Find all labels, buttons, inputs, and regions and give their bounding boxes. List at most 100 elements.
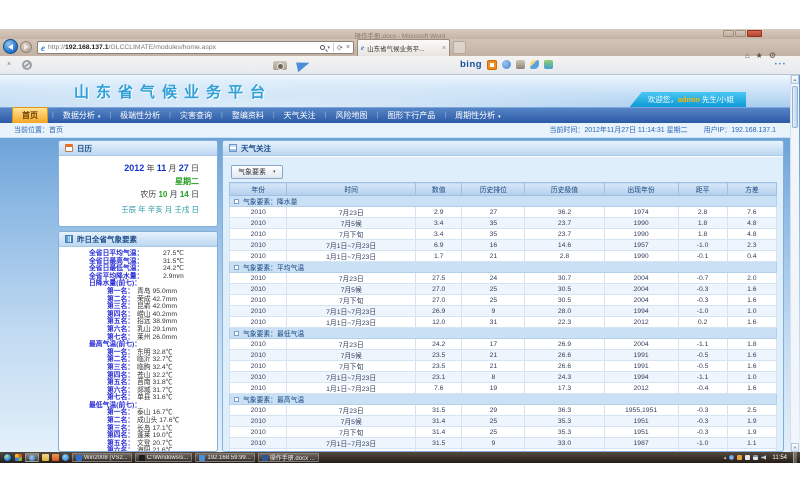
cell: 2004: [604, 284, 678, 295]
rank-row: 第五名：招远 38.9mm: [59, 318, 217, 326]
toolbar-overflow-icon[interactable]: •••: [775, 62, 787, 68]
cell: 1.6: [727, 284, 776, 295]
group-checkbox[interactable]: [234, 265, 239, 270]
maximize-button[interactable]: [735, 30, 746, 37]
address-bar[interactable]: e http://192.168.137.1/GLCCLIMATE/module…: [37, 41, 354, 54]
browser-tab[interactable]: e 山东省气候业务平... ×: [357, 39, 450, 56]
nav-item-9[interactable]: 周期性分析▾: [446, 108, 510, 123]
nav-item-7[interactable]: 风险地图: [326, 108, 376, 123]
page-scrollbar[interactable]: ▲ ▼: [790, 75, 799, 452]
flag-icon[interactable]: [745, 455, 750, 460]
favorites-star-icon[interactable]: ★: [756, 51, 763, 60]
cell: -0.5: [678, 361, 727, 372]
cell: 2004: [604, 273, 678, 284]
taskbar-button-2[interactable]: C:\Windows\s...: [135, 453, 193, 462]
camera-icon[interactable]: [273, 61, 287, 70]
cell: 1990: [604, 218, 678, 229]
taskbar-button-3[interactable]: 192.168.59.99...: [195, 453, 254, 462]
chevron-down-icon[interactable]: ▾: [328, 45, 331, 51]
user-ip: 用户IP：192.168.137.1: [704, 125, 776, 135]
back-button[interactable]: [3, 39, 18, 54]
section-header: 最高气温(前七)：: [59, 341, 217, 349]
cell: 36.2: [525, 207, 604, 218]
video-call-icon[interactable]: [502, 60, 511, 69]
table-row: 20101月1日~7月23日12.03122.320120.21.6: [230, 317, 777, 328]
username: admin: [678, 95, 700, 104]
cell: 27.0: [415, 295, 461, 306]
settings-gear-icon[interactable]: ⚙: [769, 51, 776, 60]
group-checkbox[interactable]: [234, 397, 239, 402]
cell: 2010: [230, 207, 287, 218]
scroll-up-arrow[interactable]: ▲: [791, 75, 799, 84]
nav-item-6[interactable]: 天气关注: [275, 108, 325, 123]
home-icon[interactable]: ⌂: [745, 51, 750, 60]
cell: 1月1日~7月23日: [287, 383, 416, 394]
nav-item-4[interactable]: 灾害查询: [171, 108, 221, 123]
hidden-icons-chevron[interactable]: ▴: [724, 455, 727, 461]
site-title: 山东省气候业务平台: [74, 81, 272, 102]
taskbar-ie-button[interactable]: [25, 453, 39, 462]
show-desktop-button[interactable]: [793, 452, 797, 463]
cell: 2010: [230, 438, 287, 449]
scrollbar-thumb[interactable]: [792, 86, 798, 128]
cell: 7月23日: [287, 405, 416, 416]
bing-logo[interactable]: bing: [460, 59, 482, 70]
clock[interactable]: 11:54: [772, 455, 787, 461]
stat-row: 全省日最低气温：24.2℃: [59, 265, 217, 273]
launcher-icon[interactable]: [15, 454, 22, 461]
taskbar-button-4[interactable]: 操作手册.docx ...: [258, 453, 319, 462]
cell: 1.9: [727, 427, 776, 438]
update-icon[interactable]: [737, 455, 742, 460]
nav-item-8[interactable]: 图形下行产品: [378, 108, 444, 123]
taskbar-button-1[interactable]: Win2008 (VS2...: [72, 453, 132, 462]
scroll-down-arrow[interactable]: ▼: [791, 443, 799, 452]
cell: 2010: [230, 416, 287, 427]
table-row: 20107月1日~7月23日31.5933.01987-1.01.1: [230, 438, 777, 449]
cell: 7月下旬: [287, 295, 416, 306]
search-icon[interactable]: [320, 45, 325, 50]
cell: 2010: [230, 383, 287, 394]
group-checkbox[interactable]: [234, 331, 239, 336]
forward-button[interactable]: [20, 41, 32, 53]
cell: 23.7: [525, 218, 604, 229]
refresh-icon[interactable]: ⟳: [337, 44, 343, 52]
ie-favicon: e: [41, 43, 45, 53]
minimize-button[interactable]: [723, 30, 734, 37]
nav-item-2[interactable]: 数据分析▾: [54, 108, 110, 123]
group-label: 气象要素：最高气温: [243, 397, 304, 404]
bird-addon-icon[interactable]: [530, 60, 539, 69]
group-label: 气象要素：平均气温: [243, 265, 304, 272]
tab-close-icon[interactable]: ×: [442, 45, 446, 52]
network-globe-icon[interactable]: [729, 455, 734, 460]
nav-item-5[interactable]: 整编资料: [223, 108, 273, 123]
ie-icon: [29, 455, 35, 461]
nav-item-1[interactable]: 首页: [12, 107, 48, 124]
nav-item-3[interactable]: 极端性分析: [111, 108, 169, 123]
cell: 19: [462, 383, 525, 394]
media-player-icon[interactable]: [62, 454, 69, 461]
send-plane-icon[interactable]: [296, 60, 311, 72]
cell: 33.0: [525, 438, 604, 449]
folder-icon[interactable]: [42, 454, 49, 461]
address-bar-icons: ▾ ⟳ ×: [320, 43, 350, 52]
cell: 2010: [230, 339, 287, 350]
close-toolbar-icon[interactable]: ×: [7, 61, 11, 68]
close-button[interactable]: [747, 30, 762, 37]
plugin-icon[interactable]: [544, 60, 553, 69]
screenshot-addon-icon[interactable]: [487, 60, 497, 70]
start-button[interactable]: [3, 453, 12, 462]
cell: 1994: [604, 306, 678, 317]
cell: 2.8: [678, 207, 727, 218]
weather-panel-title: 天气关注: [241, 143, 271, 154]
network-icon[interactable]: [753, 455, 758, 460]
solar-date: 2012 年 11 月 27 日: [59, 163, 199, 174]
snapshot-icon[interactable]: [516, 60, 525, 69]
group-checkbox[interactable]: [234, 199, 239, 204]
volume-icon[interactable]: [761, 455, 766, 460]
blocked-icon[interactable]: [22, 60, 32, 70]
rank-row: 第二名：临沂 32.7℃: [59, 356, 217, 364]
element-dropdown-button[interactable]: 气象要素 ▾: [231, 165, 283, 179]
new-tab-button[interactable]: [453, 41, 466, 54]
stop-icon[interactable]: ×: [346, 44, 350, 51]
office-app-icon[interactable]: [52, 454, 59, 461]
